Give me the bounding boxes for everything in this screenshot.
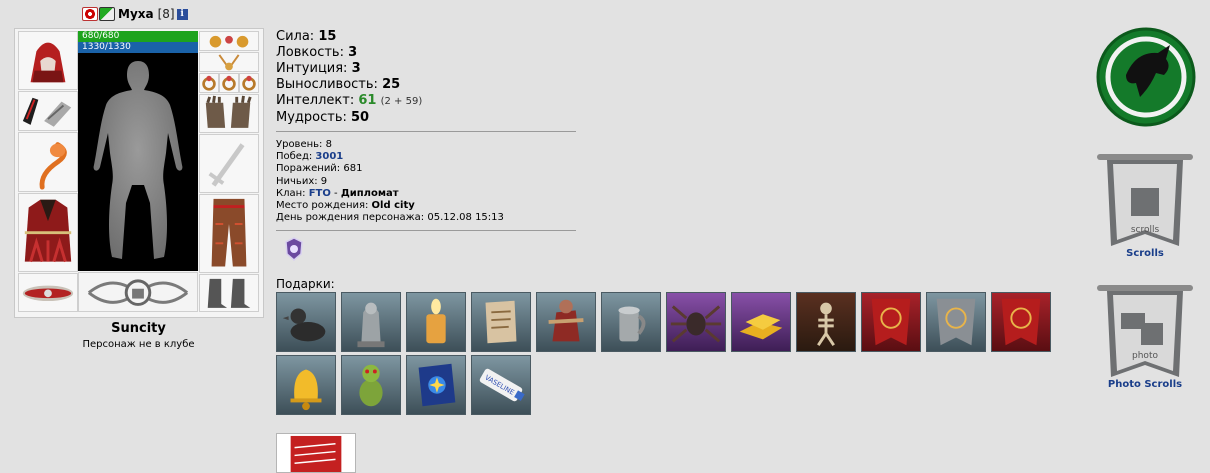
ring-slot-3[interactable]: [239, 73, 259, 93]
hood-icon: [30, 42, 66, 83]
ring-icon: [242, 75, 256, 91]
equipment-doll: 680/680 1330/1330: [14, 28, 264, 318]
red-banner-icon[interactable]: [991, 292, 1051, 352]
clan-icon[interactable]: [99, 7, 115, 21]
clan-link[interactable]: FTO: [309, 188, 331, 199]
info-draws: Ничьих: 9: [276, 175, 328, 187]
info-birthplace: Место рождения: Old city: [276, 200, 415, 212]
skeleton-icon[interactable]: [796, 292, 856, 352]
belt-slot[interactable]: [18, 273, 78, 312]
scroll-icon[interactable]: [471, 292, 531, 352]
warrior-icon[interactable]: [536, 292, 596, 352]
character-level: [8]: [157, 7, 175, 21]
tribal-emblem-icon: [87, 279, 189, 306]
goat-emblem-icon[interactable]: [1096, 27, 1196, 127]
character-silhouette: [78, 53, 198, 271]
info-level: Уровень: 8: [276, 139, 332, 150]
belt-icon: [22, 285, 74, 302]
divider: [276, 131, 576, 132]
amulet-icon: [218, 54, 240, 71]
info-icon[interactable]: i: [176, 8, 188, 20]
scrolls-icon: scrolls: [1097, 154, 1193, 246]
character-name: Муха: [118, 7, 154, 21]
pants-slot[interactable]: [199, 194, 259, 273]
clan-emblem-slot: [78, 272, 198, 312]
stat-agility: Ловкость: 3: [276, 45, 358, 60]
divider: [276, 230, 576, 231]
armor-icon: [24, 199, 72, 263]
statue-icon[interactable]: [341, 292, 401, 352]
character-header: Муха [8] i: [82, 6, 188, 22]
mp-bar: 1330/1330: [78, 42, 198, 53]
badge-icon[interactable]: [284, 237, 304, 261]
ring-slot-1[interactable]: [199, 73, 219, 93]
whip-icon: [39, 142, 67, 190]
city-name: Suncity: [111, 321, 166, 336]
align-icon: [82, 7, 98, 21]
candle-icon[interactable]: [406, 292, 466, 352]
vaseline-tube-icon[interactable]: VASELINE: [471, 355, 531, 415]
weapon-slot[interactable]: [18, 132, 78, 192]
goblin-icon[interactable]: [341, 355, 401, 415]
body-silhouette-icon: [93, 61, 183, 259]
info-birthday: День рождения персонажа: 05.12.08 15:13: [276, 212, 504, 224]
empty-sword-icon: [208, 143, 245, 187]
info-panel: Уровень: 8 Побед: 3001 Поражений: 681 Ни…: [276, 139, 504, 224]
boots-slot[interactable]: [199, 274, 259, 312]
bracers-slot[interactable]: [18, 91, 78, 131]
scrolls-link[interactable]: Scrolls: [1095, 248, 1195, 259]
stats-panel: Сила: 15 Ловкость: 3 Интуиция: 3 Выносли…: [276, 29, 422, 126]
stat-wisdom: Мудрость: 50: [276, 110, 370, 125]
earrings-slot[interactable]: [199, 31, 259, 51]
stat-intuition: Интуиция: 3: [276, 61, 361, 76]
red-banner-icon[interactable]: [861, 292, 921, 352]
scrolls-banner[interactable]: scrolls: [1095, 152, 1195, 248]
bracer-icon: [22, 97, 72, 127]
ring-icon: [202, 75, 216, 91]
hp-bar: 680/680: [78, 31, 198, 42]
photo-scrolls-link[interactable]: Photo Scrolls: [1095, 379, 1195, 390]
spider-icon[interactable]: [666, 292, 726, 352]
photo-inner-text: photo: [1132, 351, 1158, 361]
gloves-slot[interactable]: [199, 94, 259, 133]
photo-scrolls-icon: photo: [1097, 285, 1193, 377]
pants-icon: [211, 198, 247, 267]
stat-intellect: Интеллект: 61 (2 + 59): [276, 93, 423, 108]
shield-slot[interactable]: [199, 134, 259, 193]
amulet-slot[interactable]: [199, 52, 259, 72]
club-status: Персонаж не в клубе: [82, 339, 195, 350]
armor-slot[interactable]: [18, 193, 78, 272]
info-wins: Побед: 3001: [276, 151, 344, 163]
scrolls-inner-text: scrolls: [1131, 225, 1160, 235]
partial-item-icon[interactable]: [276, 433, 356, 473]
info-losses: Поражений: 681: [276, 163, 363, 175]
photo-scrolls-banner[interactable]: photo: [1095, 283, 1195, 379]
ring-slot-2[interactable]: [219, 73, 239, 93]
stat-endurance: Выносливость: 25: [276, 77, 401, 92]
gray-banner-icon[interactable]: [926, 292, 986, 352]
helmet-slot[interactable]: [18, 31, 78, 90]
boots-icon: [207, 278, 251, 308]
info-clan: Клан: FTO - Дипломат: [276, 187, 399, 199]
spellbook-icon[interactable]: [406, 355, 466, 415]
ring-icon: [222, 75, 236, 91]
tankard-icon[interactable]: [601, 292, 661, 352]
rubber-duck-icon[interactable]: [276, 292, 336, 352]
gold-bars-icon[interactable]: [731, 292, 791, 352]
earrings-icon: [209, 35, 249, 48]
gloves-icon: [205, 95, 252, 128]
bell-icon[interactable]: [276, 355, 336, 415]
gifts-label: Подарки:: [276, 277, 335, 291]
stat-strength: Сила: 15: [276, 29, 337, 44]
